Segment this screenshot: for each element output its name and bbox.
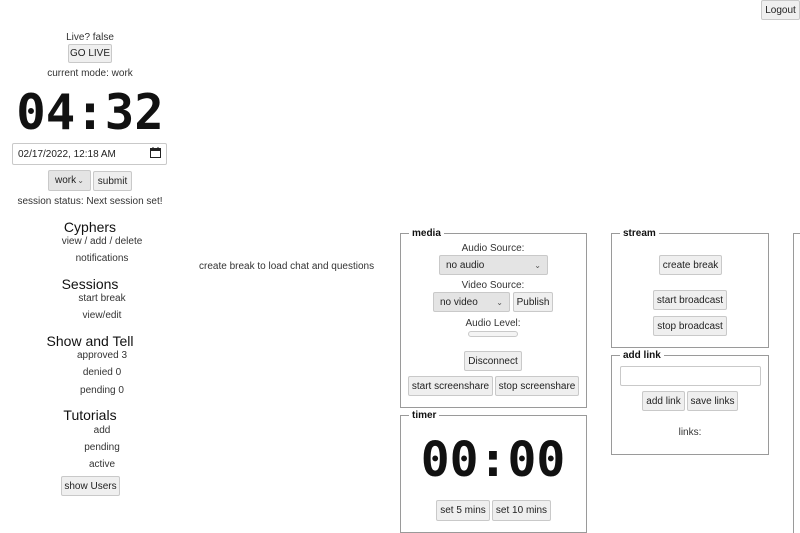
start-broadcast-button[interactable]: start broadcast bbox=[653, 290, 727, 310]
show-and-tell-heading: Show and Tell bbox=[46, 333, 134, 349]
timer-display: 00:00 bbox=[420, 432, 566, 488]
show-and-tell-approved-link[interactable]: approved 3 bbox=[77, 350, 127, 361]
add-link-legend: add link bbox=[623, 350, 661, 361]
datetime-value: 02/17/2022, 12:18 AM bbox=[18, 148, 116, 160]
current-mode-label: current mode: work bbox=[47, 68, 133, 79]
start-screenshare-button[interactable]: start screenshare bbox=[408, 376, 493, 396]
go-live-button[interactable]: GO LIVE bbox=[68, 44, 112, 63]
video-source-value: no video bbox=[440, 296, 478, 308]
create-break-button[interactable]: create break bbox=[659, 255, 722, 275]
audio-source-label: Audio Source: bbox=[461, 243, 525, 254]
sessions-view-edit-link[interactable]: view/edit bbox=[83, 310, 122, 321]
stop-screenshare-button[interactable]: stop screenshare bbox=[495, 376, 579, 396]
chevron-down-icon: ⌄ bbox=[534, 260, 541, 270]
chat-placeholder-message: create break to load chat and questions bbox=[199, 261, 375, 272]
chevron-down-icon: ⌄ bbox=[77, 176, 84, 185]
chevron-down-icon: ⌄ bbox=[496, 297, 503, 307]
audio-level-label: Audio Level: bbox=[465, 318, 521, 329]
media-legend: media bbox=[412, 228, 441, 239]
timer-legend: timer bbox=[412, 410, 437, 421]
start-break-link[interactable]: start break bbox=[78, 293, 125, 304]
logout-button[interactable]: Logout bbox=[761, 0, 800, 20]
session-status: session status: Next session set! bbox=[17, 196, 163, 207]
datetime-input[interactable]: 02/17/2022, 12:18 AM bbox=[12, 143, 167, 165]
mode-select[interactable]: work ⌄ bbox=[48, 170, 91, 191]
session-clock: 04:32 bbox=[16, 84, 164, 141]
calendar-icon[interactable] bbox=[150, 147, 161, 161]
audio-level-meter bbox=[468, 331, 518, 337]
link-input[interactable] bbox=[620, 366, 761, 386]
stop-broadcast-button[interactable]: stop broadcast bbox=[653, 316, 727, 336]
show-users-button[interactable]: show Users bbox=[61, 476, 120, 496]
tutorials-active-link[interactable]: active bbox=[89, 459, 115, 470]
tutorials-heading: Tutorials bbox=[63, 407, 117, 423]
publish-button[interactable]: Publish bbox=[513, 292, 553, 312]
show-and-tell-denied-link[interactable]: denied 0 bbox=[83, 367, 121, 378]
disconnect-button[interactable]: Disconnect bbox=[464, 351, 522, 371]
tutorials-pending-link[interactable]: pending bbox=[84, 442, 120, 453]
cyphers-notifications-link[interactable]: notifications bbox=[76, 253, 129, 264]
video-source-label: Video Source: bbox=[461, 280, 525, 291]
cyphers-view-add-delete-link[interactable]: view / add / delete bbox=[62, 236, 143, 247]
live-status: Live? false bbox=[66, 32, 114, 43]
video-source-select[interactable]: no video ⌄ bbox=[433, 292, 510, 312]
set-10-mins-button[interactable]: set 10 mins bbox=[492, 500, 551, 521]
add-link-button[interactable]: add link bbox=[642, 391, 685, 411]
tutorials-add-link[interactable]: add bbox=[94, 425, 111, 436]
cyphers-heading: Cyphers bbox=[63, 219, 117, 235]
mode-select-value: work bbox=[55, 175, 77, 186]
show-and-tell-pending-link[interactable]: pending 0 bbox=[80, 385, 124, 396]
audio-source-select[interactable]: no audio ⌄ bbox=[439, 255, 548, 275]
links-label: links: bbox=[678, 427, 702, 438]
submit-button[interactable]: submit bbox=[93, 171, 132, 191]
save-links-button[interactable]: save links bbox=[687, 391, 738, 411]
set-5-mins-button[interactable]: set 5 mins bbox=[436, 500, 490, 521]
audio-source-value: no audio bbox=[446, 259, 485, 271]
stream-legend: stream bbox=[623, 228, 656, 239]
offscreen-panel-edge bbox=[793, 233, 800, 533]
sessions-heading: Sessions bbox=[61, 276, 119, 292]
